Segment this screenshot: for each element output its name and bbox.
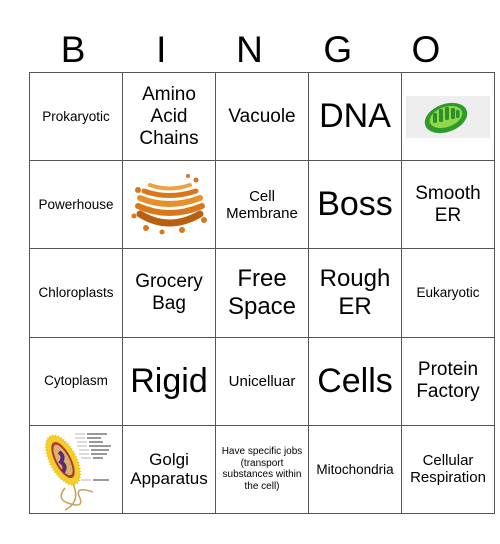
bingo-cell[interactable]: Powerhouse	[29, 160, 123, 250]
bingo-cell[interactable]: Boss	[308, 160, 402, 250]
bingo-cell[interactable]: Have specific jobs (transport substances…	[215, 424, 309, 515]
grid-row: Chloroplasts Grocery Bag Free Space Roug…	[29, 248, 495, 338]
header-letter-o: O	[411, 29, 441, 70]
bingo-cell[interactable]: Smooth ER	[401, 160, 495, 250]
golgi-apparatus-icon	[131, 173, 207, 235]
bingo-cell[interactable]	[29, 424, 123, 515]
bingo-cell[interactable]: Free Space	[215, 248, 309, 338]
bingo-cell[interactable]: Chloroplasts	[29, 248, 123, 338]
grid-row: Golgi Apparatus Have specific jobs (tran…	[29, 424, 495, 515]
bingo-cell[interactable]: Rough ER	[308, 248, 402, 338]
bingo-cell[interactable]: Vacuole	[215, 71, 309, 162]
header-letter-n: N	[236, 29, 263, 70]
bingo-cell[interactable]: Unicelluar	[215, 336, 309, 426]
bingo-cell[interactable]: Cellular Respiration	[401, 424, 495, 515]
bingo-header: B I N G O	[29, 28, 470, 72]
bingo-cell[interactable]: Rigid	[122, 336, 216, 426]
bingo-cell[interactable]: Cell Membrane	[215, 160, 309, 250]
bingo-grid: Prokaryotic Amino Acid Chains Vacuole DN…	[29, 71, 495, 515]
header-letter-b: B	[60, 29, 86, 70]
bingo-cell[interactable]: Prokaryotic	[29, 71, 123, 162]
bingo-cell[interactable]	[401, 71, 495, 162]
header-letter-g: G	[323, 29, 353, 70]
header-letter-i: I	[156, 29, 167, 70]
bingo-cell[interactable]: Grocery Bag	[122, 248, 216, 338]
bingo-cell[interactable]: Golgi Apparatus	[122, 424, 216, 515]
bingo-cell[interactable]: Cells	[308, 336, 402, 426]
bacterium-diagram-icon	[44, 433, 111, 512]
grid-row: Prokaryotic Amino Acid Chains Vacuole DN…	[29, 71, 495, 162]
bingo-cell[interactable]: Cytoplasm	[29, 336, 123, 426]
chloroplast-icon	[406, 95, 490, 138]
bingo-cell[interactable]: DNA	[308, 71, 402, 162]
bingo-cell[interactable]: Eukaryotic	[401, 248, 495, 338]
bingo-cell[interactable]: Protein Factory	[401, 336, 495, 426]
bingo-cell[interactable]	[122, 160, 216, 250]
grid-row: Powerhouse Cell Membrane Boss Smooth ER	[29, 160, 495, 250]
bingo-cell[interactable]: Mitochondria	[308, 424, 402, 515]
grid-row: Cytoplasm Rigid Unicelluar Cells Protein…	[29, 336, 495, 426]
bingo-cell[interactable]: Amino Acid Chains	[122, 71, 216, 162]
